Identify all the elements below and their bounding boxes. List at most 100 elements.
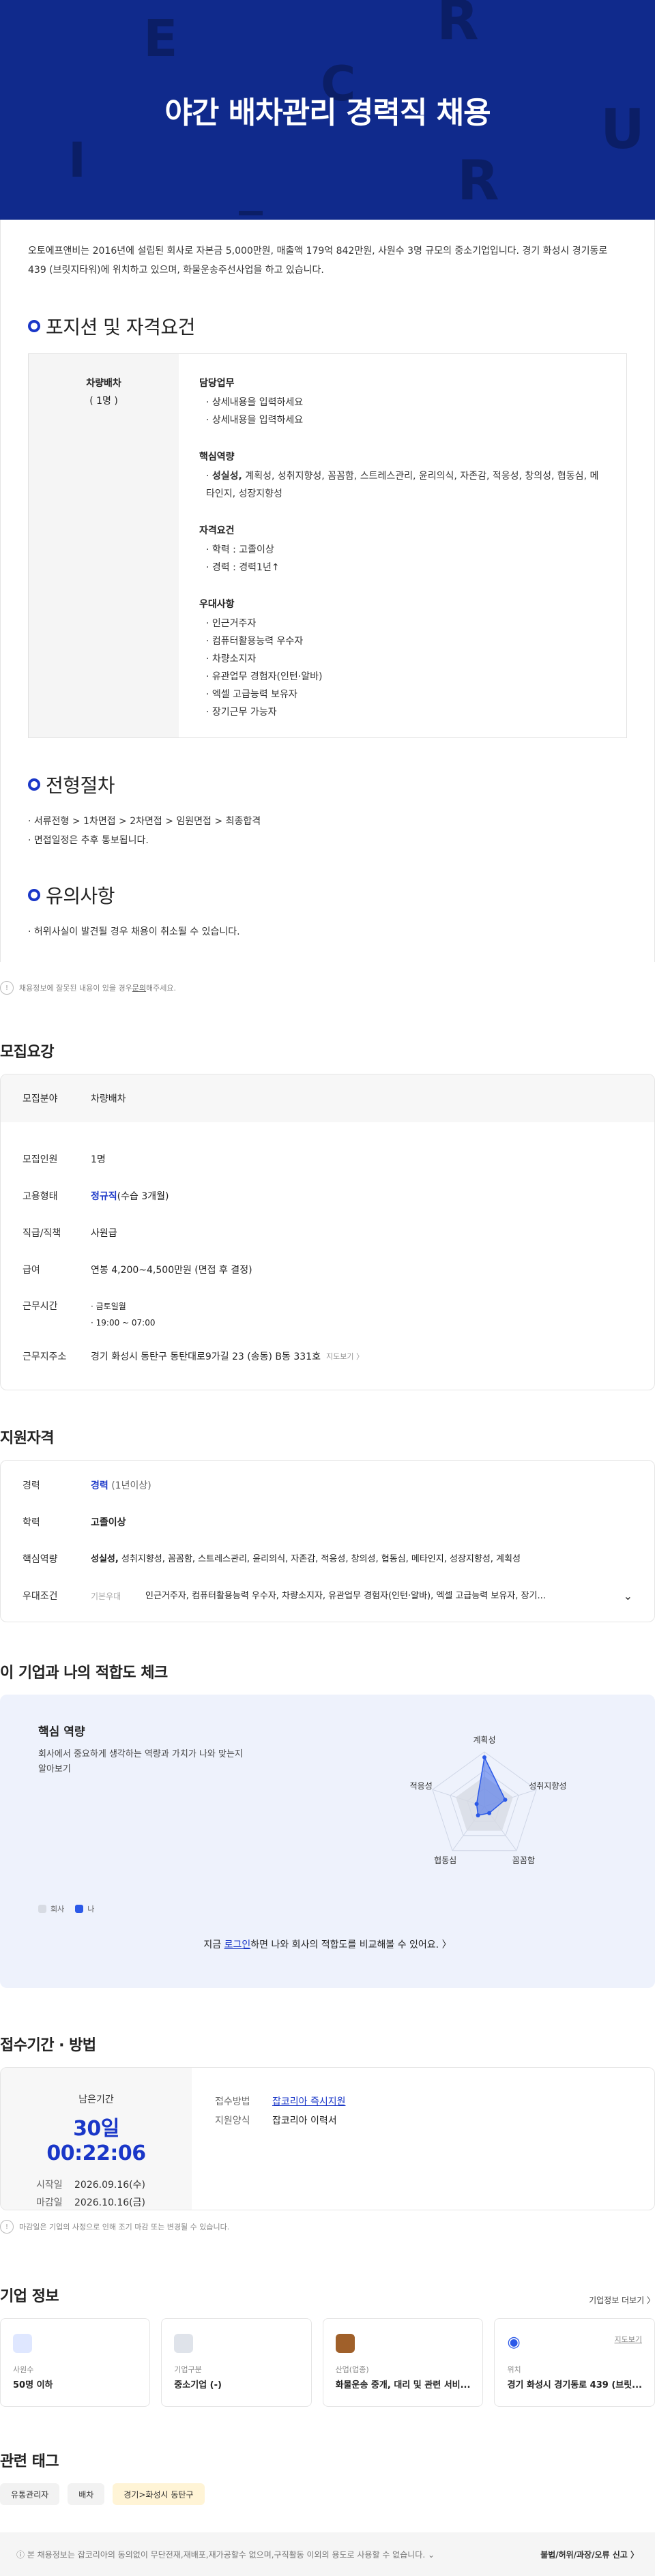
info-icon: !: [0, 2220, 14, 2234]
hero-decoration: U: [600, 98, 645, 161]
recruit-row: 급여 연봉 4,200~4,500만원 (면접 후 결정): [23, 1265, 252, 1276]
position-count: ( 1명 ): [89, 396, 118, 407]
job-posting-page: E R C U I R _ 야간 배차관리 경력직 채용 오토에프앤비는 201…: [0, 0, 655, 2576]
position-details: 담당업무 · 상세내용을 입력하세요 · 상세내용을 입력하세요 핵심역량 · …: [179, 354, 626, 737]
list-item: · 학력 : 고졸이상: [206, 544, 274, 555]
radar-axis-label: 적응성: [410, 1781, 433, 1791]
apply-note: ! 마감일은 기업의 사정으로 인해 조기 마감 또는 변경될 수 있습니다.: [0, 2210, 655, 2234]
recruit-card: 모집분야 차량배차 모집인원 1명 고용형태 정규직(수습 3개월) 직급/직책 사원급…: [0, 1074, 655, 1390]
competency-text: · 성실성, 계획성, 성취지향성, 꼼꼼함, 스트레스관리, 윤리의식, 자존…: [206, 471, 599, 499]
list-item: · 유관업무 경험자(인턴·알바): [206, 671, 323, 682]
competency-title: 핵심역량: [199, 452, 235, 463]
qual-row: 학력 고졸이상: [23, 1517, 126, 1528]
radar-axis-label: 성취지향성: [529, 1781, 566, 1791]
briefcase-icon: [335, 2334, 355, 2353]
radar-point-me: [503, 1798, 508, 1802]
map-link[interactable]: 지도보기 〉: [326, 1349, 364, 1365]
duties-group: 담당업무 · 상세내용을 입력하세요 · 상세내용을 입력하세요: [199, 375, 606, 429]
qual-row: 우대조건 기본우대 인근거주자, 컴퓨터활용능력 우수자, 차량소지자, 유관업…: [1, 1578, 654, 1615]
recruit-field-row: 모집분야 차량배차: [1, 1074, 654, 1122]
hero-banner: E R C U I R _ 야간 배차관리 경력직 채용: [0, 0, 655, 220]
qual-row: 경력 경력 (1년이상): [23, 1480, 151, 1491]
position-role: 차량배차: [86, 378, 121, 389]
competency-radar-chart: 계획성성취지향성꼼꼼함 협동심 적응성: [410, 1735, 567, 1865]
location-icon: ◉: [507, 2334, 527, 2353]
list-item: · 차량소지자: [206, 654, 257, 664]
tag-item[interactable]: 경기>화성시 동탄구: [113, 2483, 205, 2505]
hero-decoration: _: [239, 160, 263, 216]
hero-decoration: R: [437, 0, 479, 52]
login-link[interactable]: 로그인: [224, 1940, 251, 1950]
job-title: 야간 배차관리 경력직 채용: [164, 96, 491, 130]
end-date: 마감일 2026.10.16(금): [36, 2197, 145, 2208]
radar-point-me: [487, 1811, 492, 1815]
competency-group: 핵심역량 · 성실성, 계획성, 성취지향성, 꼼꼼함, 스트레스관리, 윤리의…: [199, 448, 606, 503]
recruit-title: 모집요강: [0, 1044, 54, 1061]
duties-title: 담당업무: [199, 378, 235, 389]
people-icon: [13, 2334, 32, 2353]
report-link[interactable]: 불법/허위/과장/오류 신고 〉: [540, 2549, 639, 2560]
company-card-location: ◉ 지도보기 위치 경기 화성시 경기동로 439 (브릿...: [494, 2318, 655, 2407]
legend-company-swatch: [38, 1905, 46, 1913]
apply-card: 남은기간 30일 00:22:06 시작일 2026.09.16(수) 마감일 20…: [0, 2067, 655, 2210]
instant-apply-link[interactable]: 잡코리아 즉시지원: [272, 2092, 346, 2111]
tag-item[interactable]: 배차: [68, 2483, 105, 2505]
qualification-title: 지원자격: [0, 1430, 54, 1447]
apply-period: 남은기간 30일 00:22:06 시작일 2026.09.16(수) 마감일 20…: [1, 2068, 192, 2210]
hero-decoration: I: [68, 132, 87, 188]
recruit-row: 직급/직책 사원급: [23, 1228, 117, 1239]
report-disclaimer: ! 채용정보에 잘못된 내용이 있을 경우 문의 해주세요.: [0, 962, 655, 1012]
address-row: 근무지주소 경기 화성시 동탄구 동탄대로9가길 23 (송동) B동 331호…: [1, 1343, 654, 1371]
fit-title: 이 기업과 나의 적합도 체크: [0, 1665, 168, 1682]
company-card-type: 기업구분 중소기업 (-): [161, 2318, 312, 2407]
job-description: 오토에프앤비는 2016년에 설립된 회사로 자본금 5,000만원, 매출액 …: [0, 220, 655, 962]
qual-row: 핵심역량 성실성, 성취지향성, 꼼꼼함, 스트레스관리, 윤리의식, 자존감, …: [23, 1554, 521, 1565]
company-info-cards: 사원수 50명 이하 기업구분 중소기업 (-) 산업(업종) 화물운송 중개, 대리…: [0, 2318, 655, 2407]
tag-item[interactable]: 유통관리자: [0, 2483, 60, 2505]
radar-point-me: [482, 1755, 486, 1759]
section-heading-caution: 유의사항: [28, 881, 627, 909]
countdown-timer: 30일 00:22:06: [46, 2117, 146, 2165]
list-item: · 상세내용을 입력하세요: [206, 397, 304, 408]
company-card-employees: 사원수 50명 이하: [0, 2318, 151, 2407]
fit-login-cta: 지금 로그인하면 나와 회사의 적합도를 비교해볼 수 있어요. 〉: [203, 1940, 452, 1950]
company-more-link[interactable]: 기업정보 더보기 〉: [589, 2294, 655, 2306]
list-item: · 경력 : 경력1년↑: [206, 562, 280, 573]
position-table: 차량배차 ( 1명 ) 담당업무 · 상세내용을 입력하세요 · 상세내용을 입…: [28, 353, 627, 738]
company-header: 기업 정보 기업정보 더보기 〉: [0, 2284, 655, 2306]
chevron-down-icon[interactable]: ⌄: [624, 1588, 632, 1605]
company-card-industry: 산업(업종) 화물운송 중개, 대리 및 관련 서비...: [322, 2318, 484, 2407]
list-item: · 장기근무 가능자: [206, 707, 277, 718]
list-item: · 엑셀 고급능력 보유자: [206, 689, 297, 700]
tag-list: 유통관리자 배차 경기>화성시 동탄구: [0, 2483, 655, 2505]
company-title: 기업 정보: [0, 2288, 59, 2305]
preference-group: 우대사항 · 인근거주자 · 컴퓨터활용능력 우수자 · 차량소지자 · 유관업…: [199, 596, 606, 721]
radar-point-me: [476, 1813, 480, 1817]
caution-text: · 허위사실이 발견될 경우 채용이 취소될 수 있습니다.: [28, 926, 240, 937]
process-steps: · 서류전형 > 1차면접 > 2차면접 > 임원면접 > 최종합격 · 면접일…: [28, 816, 261, 846]
bullet-circle-icon: [28, 778, 40, 791]
section-heading-process: 전형절차: [28, 771, 627, 798]
hero-decoration: E: [143, 10, 178, 68]
hero-decoration: R: [457, 149, 499, 212]
apply-method: 접수방법 잡코리아 즉시지원 지원양식 잡코리아 이력서: [192, 2068, 654, 2210]
company-map-link[interactable]: 지도보기: [615, 2334, 642, 2345]
tags-title: 관련 태그: [0, 2453, 59, 2470]
position-role-cell: 차량배차 ( 1명 ): [29, 354, 179, 737]
building-icon: [174, 2334, 194, 2353]
list-item: · 상세내용을 입력하세요: [206, 415, 304, 426]
company-intro: 오토에프앤비는 2016년에 설립된 회사로 자본금 5,000만원, 매출액 …: [28, 246, 608, 276]
list-item: · 인근거주자: [206, 618, 257, 629]
qualification-card: 경력 경력 (1년이상) 학력 고졸이상 핵심역량 성실성, 성취지향성, 꼼꼼함, …: [0, 1460, 655, 1622]
section-heading-position: 포지션 및 자격요건: [28, 312, 627, 340]
radar-axis-label: 협동심: [434, 1856, 456, 1865]
bullet-circle-icon: [28, 889, 40, 901]
work-time-row: 근무시간 · 금토일월 · 19:00 ~ 07:00: [23, 1301, 156, 1328]
radar-axis-label: 꼼꼼함: [512, 1856, 535, 1865]
inquiry-link[interactable]: 문의: [132, 982, 146, 993]
radar-axis-label: 계획성: [473, 1735, 495, 1744]
fit-check-card: 핵심 역량 회사에서 중요하게 생각하는 역량과 가치가 나와 맞는지 알아보기…: [0, 1695, 655, 1988]
recruit-row: 고용형태 정규직(수습 3개월): [23, 1191, 169, 1202]
footer-notice: ⓘ 본 채용정보는 잡코리아의 동의없이 무단전재,재배포,재가공할수 없으며,…: [16, 2549, 435, 2560]
recruit-row: 모집인원 1명: [23, 1154, 106, 1165]
